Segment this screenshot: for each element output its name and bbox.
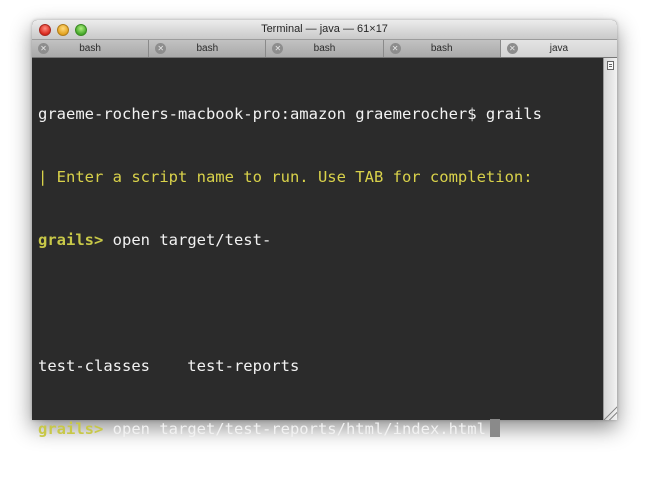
tab-bar: ✕ bash ✕ bash ✕ bash ✕ bash ✕ java [32,40,618,58]
terminal-command: open target/test- [103,231,272,249]
terminal-input-line[interactable]: grails> open target/test-reports/html/in… [38,419,603,440]
resize-handle-icon[interactable] [603,406,617,420]
tab-label: java [549,43,569,54]
tab-label: bash [313,43,336,54]
terminal-info-line: | Enter a script name to run. Use TAB fo… [38,168,533,186]
completion-list: test-classes test-reports [38,357,300,375]
title-bar[interactable]: Terminal — java — 61×17 [32,20,617,40]
tab-bash-2[interactable]: ✕ bash [149,40,267,57]
terminal-line: graeme-rochers-macbook-pro:amazon graeme… [38,105,542,123]
terminal-command: open target/test-reports/html/index.html [103,420,486,438]
tab-bash-4[interactable]: ✕ bash [384,40,501,57]
terminal-output[interactable]: graeme-rochers-macbook-pro:amazon graeme… [32,58,603,438]
grails-prompt: grails> [38,231,104,249]
window-title: Terminal — java — 61×17 [261,23,388,35]
tab-label: bash [79,43,101,54]
tab-label: bash [196,43,219,54]
tab-java[interactable]: ✕ java [500,40,618,57]
terminal-line: grails> open target/test- [38,230,603,251]
scroll-split-icon[interactable] [607,61,614,70]
terminal-window: Terminal — java — 61×17 ✕ bash ✕ bash ✕ … [32,20,618,438]
text-cursor [489,419,500,437]
grails-prompt: grails> [38,420,104,438]
tab-bash-3[interactable]: ✕ bash [266,40,384,57]
vertical-scrollbar[interactable] [603,58,617,420]
tab-bash-1[interactable]: ✕ bash [32,40,150,57]
tab-label: bash [430,43,453,54]
